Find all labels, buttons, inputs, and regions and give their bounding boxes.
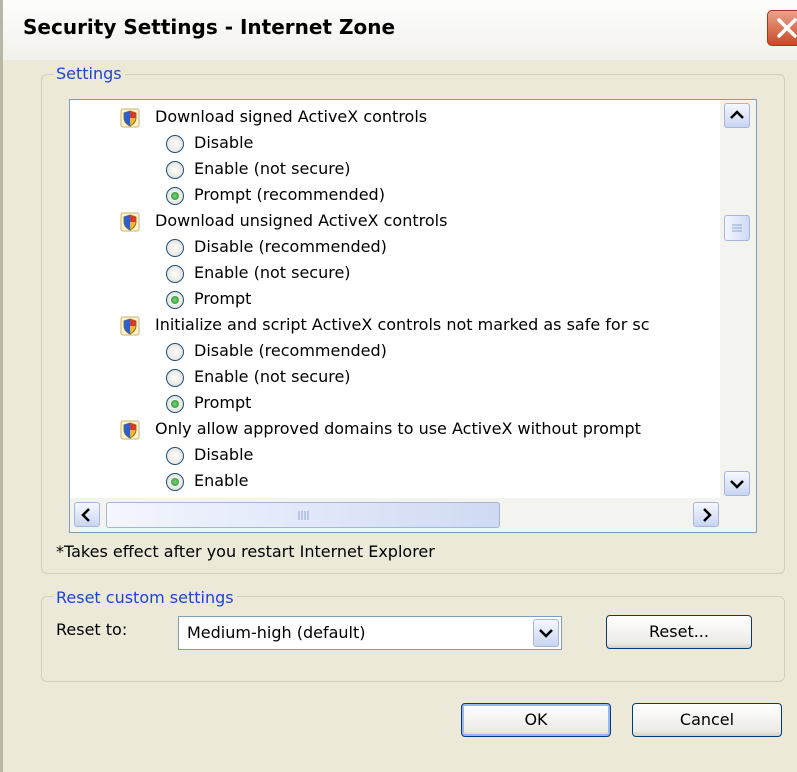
setting-option[interactable]: Disable (70, 443, 720, 469)
restart-note: *Takes effect after you restart Internet… (56, 542, 435, 561)
setting-category-label: Initialize and script ActiveX controls n… (155, 315, 650, 334)
reset-level-value: Medium-high (default) (187, 623, 366, 642)
radio-button[interactable] (166, 369, 184, 387)
setting-option[interactable]: Disable (recommended) (70, 235, 720, 261)
settings-list: Download signed ActiveX controls Disable E… (70, 100, 720, 498)
setting-category: Download signed ActiveX controls (70, 105, 720, 131)
dropdown-button[interactable] (533, 619, 559, 647)
ok-button[interactable]: OK (461, 703, 611, 737)
title-bar[interactable]: Security Settings - Internet Zone (3, 0, 797, 60)
close-button[interactable] (767, 10, 797, 46)
setting-category: Download unsigned ActiveX controls (70, 209, 720, 235)
window-title: Security Settings - Internet Zone (23, 15, 396, 39)
setting-option[interactable]: Prompt (recommended) (70, 183, 720, 209)
shield-icon (120, 108, 140, 128)
scroll-up-button[interactable] (724, 103, 750, 128)
shield-icon (120, 420, 140, 440)
setting-option-label: Enable (194, 471, 249, 490)
horizontal-scroll-thumb[interactable] (106, 502, 500, 528)
settings-group-legend: Settings (53, 64, 125, 83)
vertical-scrollbar[interactable] (720, 100, 756, 498)
grip-icon (732, 224, 742, 232)
radio-button[interactable] (166, 161, 184, 179)
chevron-down-icon (730, 480, 744, 489)
radio-button[interactable] (166, 395, 184, 413)
chevron-left-icon (81, 508, 90, 522)
setting-option-label: Prompt (194, 393, 252, 412)
cancel-button[interactable]: Cancel (632, 703, 782, 737)
setting-option-label: Enable (not secure) (194, 263, 351, 282)
scroll-right-button[interactable] (693, 502, 719, 527)
radio-button[interactable] (166, 135, 184, 153)
setting-option[interactable]: Enable (70, 469, 720, 495)
setting-option[interactable]: Disable (recommended) (70, 339, 720, 365)
setting-category: Only allow approved domains to use Activ… (70, 417, 720, 443)
setting-option-label: Enable (not secure) (194, 367, 351, 386)
reset-button[interactable]: Reset... (606, 615, 752, 649)
reset-to-label: Reset to: (56, 620, 128, 639)
setting-option-label: Prompt (recommended) (194, 185, 385, 204)
chevron-up-icon (730, 110, 744, 119)
radio-button[interactable] (166, 265, 184, 283)
setting-category-label: Only allow approved domains to use Activ… (155, 419, 641, 438)
settings-listbox[interactable]: Download signed ActiveX controls Disable E… (69, 99, 757, 533)
horizontal-scrollbar[interactable] (70, 498, 756, 532)
chevron-right-icon (703, 508, 712, 522)
radio-button[interactable] (166, 343, 184, 361)
setting-category-label: Download signed ActiveX controls (155, 107, 428, 126)
radio-button[interactable] (166, 291, 184, 309)
setting-category: Initialize and script ActiveX controls n… (70, 313, 720, 339)
grip-icon (298, 511, 309, 520)
dialog-window: Security Settings - Internet Zone Settin… (0, 0, 797, 772)
shield-icon (120, 212, 140, 232)
setting-option[interactable]: Prompt (70, 287, 720, 313)
reset-level-select[interactable]: Medium-high (default) (178, 616, 562, 650)
setting-option[interactable]: Enable (not secure) (70, 157, 720, 183)
radio-button[interactable] (166, 187, 184, 205)
radio-button[interactable] (166, 239, 184, 257)
setting-option-label: Disable (194, 445, 254, 464)
setting-option-label: Disable (recommended) (194, 237, 387, 256)
close-icon (777, 18, 797, 38)
shield-icon (120, 316, 140, 336)
radio-button[interactable] (166, 447, 184, 465)
setting-option[interactable]: Enable (not secure) (70, 365, 720, 391)
reset-group-legend: Reset custom settings (53, 588, 237, 607)
setting-category-label: Download unsigned ActiveX controls (155, 211, 448, 230)
vertical-scroll-thumb[interactable] (724, 215, 750, 241)
scroll-down-button[interactable] (724, 471, 750, 496)
setting-option[interactable]: Enable (not secure) (70, 261, 720, 287)
setting-option-label: Prompt (194, 289, 252, 308)
setting-option-label: Disable (recommended) (194, 341, 387, 360)
radio-button[interactable] (166, 473, 184, 491)
setting-option[interactable]: Prompt (70, 391, 720, 417)
setting-option-label: Enable (not secure) (194, 159, 351, 178)
scroll-left-button[interactable] (74, 502, 100, 527)
setting-option[interactable]: Disable (70, 131, 720, 157)
setting-option-label: Disable (194, 133, 254, 152)
chevron-down-icon (539, 629, 553, 638)
